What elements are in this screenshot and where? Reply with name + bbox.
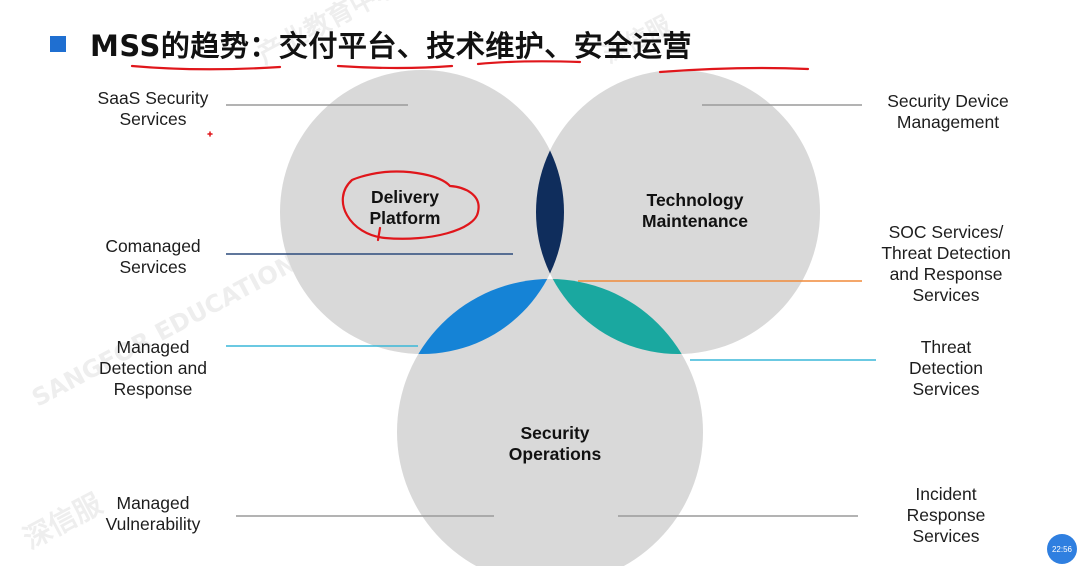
delivery-platform-label: Delivery Platform xyxy=(369,187,441,228)
label-security-device-management: Security Device Management xyxy=(887,91,1009,132)
label-soc-services: SOC Services/ Threat Detection and Respo… xyxy=(881,222,1011,305)
technology-maintenance-label: Technology Maintenance xyxy=(642,190,748,231)
label-comanaged-services: Comanaged Services xyxy=(105,236,201,277)
label-saas-security-services: SaaS Security Services xyxy=(97,88,209,129)
label-incident-response-services: Incident Response Services xyxy=(906,484,986,546)
label-threat-detection-services: Threat Detection Services xyxy=(909,337,983,399)
label-managed-vulnerability: Managed Vulnerability xyxy=(105,493,201,534)
label-managed-detection-response: Managed Detection and Response xyxy=(99,337,207,399)
clock-icon: 22:56 xyxy=(1047,534,1077,564)
security-operations-label: Security Operations xyxy=(508,423,602,464)
